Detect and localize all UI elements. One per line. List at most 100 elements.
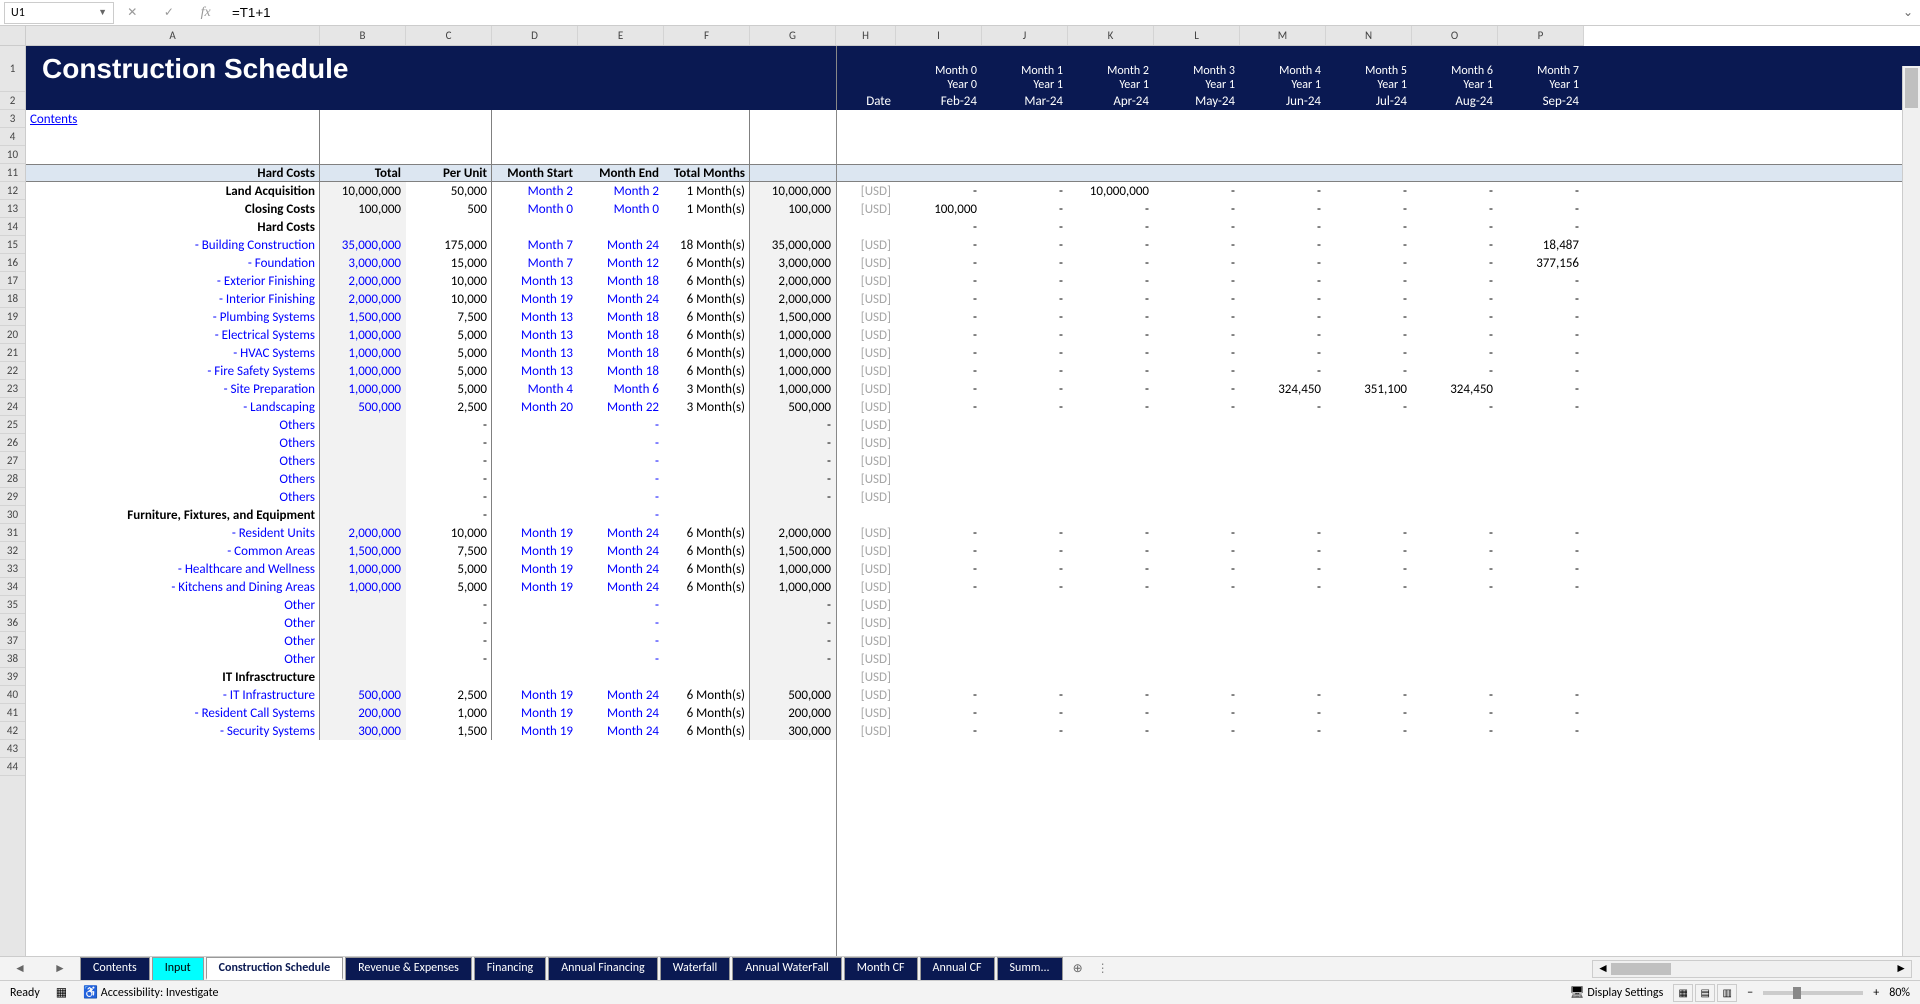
row-header-3[interactable]: 3 [0, 110, 25, 128]
row-months-18[interactable]: 6 Month(s) [664, 272, 750, 290]
row-name-25[interactable]: - Landscaping [26, 398, 320, 416]
row-end-13[interactable]: Month 2 [578, 182, 664, 200]
row-total-33[interactable]: 1,500,000 [320, 542, 406, 560]
row-header-40[interactable]: 40 [0, 686, 25, 704]
row-usd-18[interactable]: [USD] [836, 272, 896, 290]
row-g-19[interactable]: 2,000,000 [750, 290, 836, 308]
cell[interactable] [1154, 110, 1240, 128]
row-m4-43[interactable]: - [1240, 722, 1326, 740]
row-usd-26[interactable]: [USD] [836, 416, 896, 434]
row-m6-14[interactable]: - [1412, 200, 1498, 218]
row-g-22[interactable]: 1,000,000 [750, 344, 836, 362]
row-m0-32[interactable]: - [896, 524, 982, 542]
row-perunit-13[interactable]: 50,000 [406, 182, 492, 200]
table-header-0[interactable]: Hard Costs [26, 165, 320, 181]
cell[interactable] [982, 165, 1068, 181]
cell[interactable] [1240, 128, 1326, 146]
row-name-34[interactable]: - Healthcare and Wellness [26, 560, 320, 578]
row-end-29[interactable]: - [578, 470, 664, 488]
row-usd-31[interactable] [836, 506, 896, 524]
row-months-31[interactable] [664, 506, 750, 524]
row-m0-36[interactable] [896, 596, 982, 614]
row-m2-35[interactable]: - [1068, 578, 1154, 596]
row-perunit-16[interactable]: 175,000 [406, 236, 492, 254]
cell[interactable] [982, 146, 1068, 164]
row-header-12[interactable]: 12 [0, 182, 25, 200]
row-end-38[interactable]: - [578, 632, 664, 650]
row-m0-35[interactable]: - [896, 578, 982, 596]
row-perunit-20[interactable]: 7,500 [406, 308, 492, 326]
row-total-13[interactable]: 10,000,000 [320, 182, 406, 200]
row-header-10[interactable]: 10 [0, 146, 25, 164]
select-all-corner[interactable] [0, 26, 26, 46]
row-usd-20[interactable]: [USD] [836, 308, 896, 326]
row-total-43[interactable]: 300,000 [320, 722, 406, 740]
row-m5-35[interactable]: - [1326, 578, 1412, 596]
row-m6-28[interactable] [1412, 452, 1498, 470]
row-perunit-27[interactable]: - [406, 434, 492, 452]
row-total-26[interactable] [320, 416, 406, 434]
row-usd-16[interactable]: [USD] [836, 236, 896, 254]
cell[interactable] [896, 165, 982, 181]
row-m5-22[interactable]: - [1326, 344, 1412, 362]
row-start-38[interactable] [492, 632, 578, 650]
row-m5-43[interactable]: - [1326, 722, 1412, 740]
row-name-33[interactable]: - Common Areas [26, 542, 320, 560]
row-m2-25[interactable]: - [1068, 398, 1154, 416]
zoom-slider-thumb[interactable] [1793, 987, 1801, 999]
cell[interactable] [320, 128, 406, 146]
row-header-18[interactable]: 18 [0, 290, 25, 308]
row-g-29[interactable]: - [750, 470, 836, 488]
row-m2-41[interactable]: - [1068, 686, 1154, 704]
row-g-37[interactable]: - [750, 614, 836, 632]
row-end-14[interactable]: Month 0 [578, 200, 664, 218]
cell[interactable] [1154, 165, 1240, 181]
cell[interactable] [982, 128, 1068, 146]
row-name-24[interactable]: - Site Preparation [26, 380, 320, 398]
row-m2-18[interactable]: - [1068, 272, 1154, 290]
row-start-16[interactable]: Month 7 [492, 236, 578, 254]
tab-next-icon[interactable]: ► [54, 961, 66, 976]
row-m0-25[interactable]: - [896, 398, 982, 416]
row-total-15[interactable] [320, 218, 406, 236]
row-m7-17[interactable]: 377,156 [1498, 254, 1584, 272]
row-m5-33[interactable]: - [1326, 542, 1412, 560]
name-box[interactable]: U1 ▼ [4, 2, 114, 24]
row-months-42[interactable]: 6 Month(s) [664, 704, 750, 722]
row-header-1[interactable]: 1 [0, 46, 25, 92]
row-m5-26[interactable] [1326, 416, 1412, 434]
col-header-A[interactable]: A [26, 26, 320, 45]
row-total-14[interactable]: 100,000 [320, 200, 406, 218]
row-m3-39[interactable] [1154, 650, 1240, 668]
row-start-13[interactable]: Month 2 [492, 182, 578, 200]
row-m2-33[interactable]: - [1068, 542, 1154, 560]
row-m2-36[interactable] [1068, 596, 1154, 614]
row-m1-43[interactable]: - [982, 722, 1068, 740]
col-header-O[interactable]: O [1412, 26, 1498, 45]
row-header-37[interactable]: 37 [0, 632, 25, 650]
row-end-18[interactable]: Month 18 [578, 272, 664, 290]
row-start-28[interactable] [492, 452, 578, 470]
row-g-36[interactable]: - [750, 596, 836, 614]
row-perunit-41[interactable]: 2,500 [406, 686, 492, 704]
row-m7-42[interactable]: - [1498, 704, 1584, 722]
row-m5-23[interactable]: - [1326, 362, 1412, 380]
col-header-M[interactable]: M [1240, 26, 1326, 45]
row-m4-34[interactable]: - [1240, 560, 1326, 578]
row-m6-37[interactable] [1412, 614, 1498, 632]
row-months-27[interactable] [664, 434, 750, 452]
row-m1-18[interactable]: - [982, 272, 1068, 290]
row-m1-30[interactable] [982, 488, 1068, 506]
row-total-28[interactable] [320, 452, 406, 470]
row-months-20[interactable]: 6 Month(s) [664, 308, 750, 326]
row-m2-34[interactable]: - [1068, 560, 1154, 578]
cell[interactable] [896, 110, 982, 128]
row-m1-32[interactable]: - [982, 524, 1068, 542]
row-total-38[interactable] [320, 632, 406, 650]
row-start-19[interactable]: Month 19 [492, 290, 578, 308]
zoom-slider[interactable] [1763, 991, 1863, 995]
vertical-scrollbar[interactable] [1902, 66, 1920, 956]
row-m2-39[interactable] [1068, 650, 1154, 668]
hscroll-right-icon[interactable]: ► [1895, 961, 1907, 976]
row-m4-15[interactable]: - [1240, 218, 1326, 236]
